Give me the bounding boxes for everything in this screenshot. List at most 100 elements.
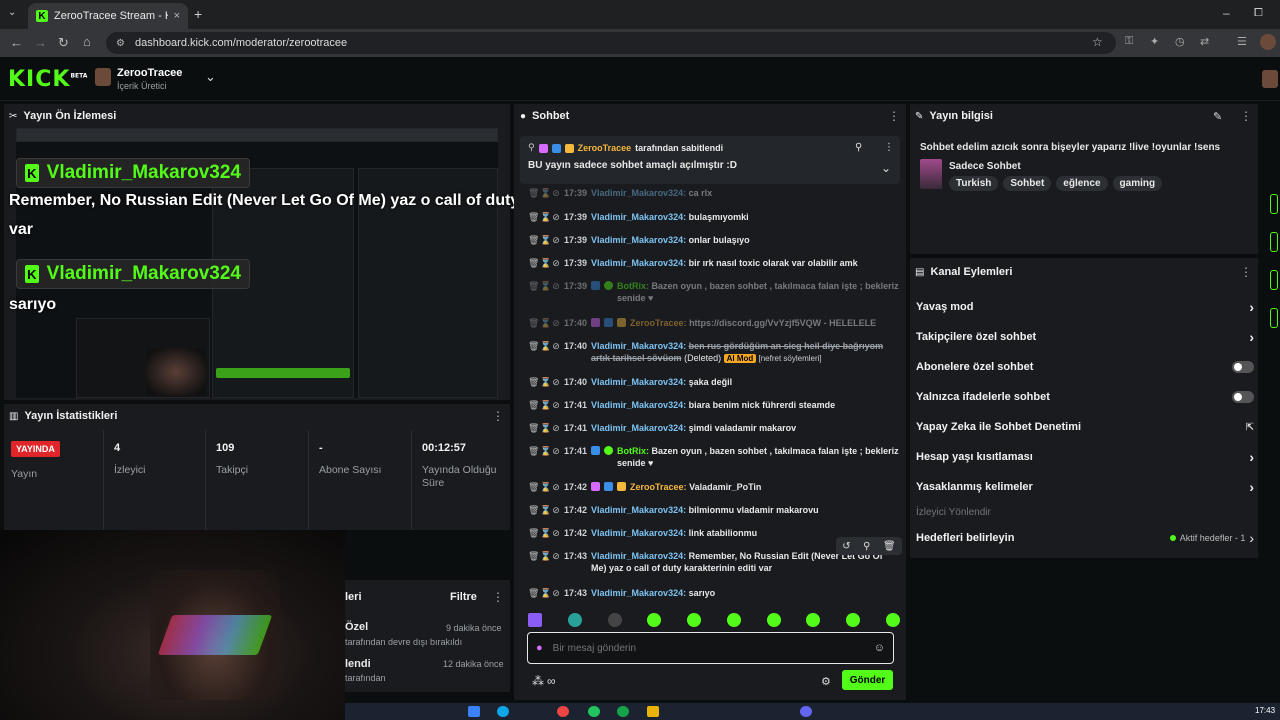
kick-logo[interactable]: KICKBETA (8, 67, 87, 92)
timeout-icon[interactable]: ⌛ (540, 504, 551, 516)
reply-icon[interactable]: ↺ (842, 541, 850, 552)
action-set-goals[interactable]: Hedefleri belirleyin Aktif hedefler - 1 … (916, 529, 1254, 547)
chat-username[interactable]: Vladimir_Makarov324: (591, 258, 689, 268)
ban-icon[interactable]: ⊘ (552, 280, 560, 292)
ban-icon[interactable]: ⊘ (552, 399, 560, 411)
delete-icon[interactable]: 🗑 (528, 504, 539, 516)
channel-points-icon[interactable]: ⁂ (532, 674, 544, 688)
emote-icon[interactable] (846, 613, 861, 627)
chat-username[interactable]: Vladimir_Makarov324: (591, 423, 689, 433)
folder-icon[interactable] (647, 706, 659, 717)
delete-icon[interactable]: 🗑 (528, 550, 539, 562)
chat-message[interactable]: 🗑 ⌛ ⊘ 17:41 Vladimir_Makarov324: şimdi valad… (528, 422, 900, 434)
chat-message[interactable]: 🗑 ⌛ ⊘ 17:39 BotRix: Bazen oyun , bazen sohbe… (528, 280, 900, 304)
action-slow-mode[interactable]: Yavaş mod › (916, 298, 1254, 316)
channel-actions-menu-icon[interactable]: ⋮ (1240, 265, 1252, 279)
infinity-icon[interactable]: ∞ (547, 674, 556, 688)
timeout-icon[interactable]: ⌛ (540, 587, 551, 599)
delete-icon[interactable]: 🗑 (528, 280, 539, 292)
chat-message[interactable]: 🗑 ⌛ ⊘ 17:40 Vladimir_Makarov324: ben rus gör… (528, 340, 900, 365)
chat-menu-icon[interactable]: ⋮ (888, 109, 900, 123)
chat-message[interactable]: 🗑 ⌛ ⊘ 17:39 Vladimir_Makarov324: ca rlx (528, 187, 900, 199)
stream-info-menu-icon[interactable]: ⋮ (1240, 109, 1252, 123)
timeout-icon[interactable]: ⌛ (540, 376, 551, 388)
reading-list-icon[interactable]: ☰ (1237, 35, 1247, 48)
timeout-icon[interactable]: ⌛ (540, 211, 551, 223)
sidebar-icon[interactable] (1270, 232, 1278, 252)
emote-icon[interactable] (885, 613, 900, 627)
chat-message[interactable]: 🗑 ⌛ ⊘ 17:39 Vladimir_Makarov324: bulaşmıyomk… (528, 211, 900, 223)
action-subscribers-only[interactable]: Abonelere özel sohbet (916, 358, 1254, 376)
pin-message-icon[interactable]: ⚲ (863, 541, 870, 552)
ban-icon[interactable]: ⊘ (552, 481, 560, 493)
delete-icon[interactable]: 🗑 (528, 527, 539, 539)
discord-icon[interactable] (800, 706, 812, 717)
pinned-menu-icon[interactable]: ⋮ (884, 142, 894, 153)
timeout-icon[interactable]: ⌛ (540, 445, 551, 457)
spotify-icon[interactable] (617, 706, 629, 717)
delete-icon[interactable]: 🗑 (528, 376, 539, 388)
ban-icon[interactable]: ⊘ (552, 422, 560, 434)
sidebar-icon[interactable] (1270, 308, 1278, 328)
activity-menu-icon[interactable]: ⋮ (492, 590, 504, 604)
chat-username[interactable]: Vladimir_Makarov324: (591, 377, 689, 387)
chat-message[interactable]: 🗑 ⌛ ⊘ 17:42 ZerooTracee: Valadamir_PoTin (528, 481, 900, 493)
send-button[interactable]: Gönder (842, 670, 893, 690)
timeout-icon[interactable]: ⌛ (540, 527, 551, 539)
delete-icon[interactable]: 🗑 (528, 317, 539, 329)
ban-icon[interactable]: ⊘ (552, 340, 560, 352)
ban-icon[interactable]: ⊘ (552, 504, 560, 516)
chat-message[interactable]: 🗑 ⌛ ⊘ 17:39 Vladimir_Makarov324: onlar bulaş… (528, 234, 900, 246)
edge-icon[interactable] (497, 706, 509, 717)
action-ai-moderation[interactable]: Yapay Zeka ile Sohbet Denetimi ⇱ (916, 418, 1254, 436)
whatsapp-icon[interactable] (588, 706, 600, 717)
chat-username[interactable]: Vladimir_Makarov324: (591, 528, 689, 538)
chrome-icon[interactable] (557, 706, 569, 717)
chat-username[interactable]: BotRix: (617, 281, 652, 291)
stats-menu-icon[interactable]: ⋮ (492, 409, 504, 423)
chat-username[interactable]: Vladimir_Makarov324: (591, 505, 689, 515)
timeout-icon[interactable]: ⌛ (540, 422, 551, 434)
translate-icon[interactable]: ⇄ (1200, 35, 1209, 48)
ban-icon[interactable]: ⊘ (552, 211, 560, 223)
emote-icon[interactable] (528, 613, 542, 627)
site-info-icon[interactable]: ⚙ (116, 38, 125, 49)
delete-icon[interactable]: 🗑 (528, 587, 539, 599)
timeout-icon[interactable]: ⌛ (540, 550, 551, 562)
ban-icon[interactable]: ⊘ (552, 317, 560, 329)
emote-icon[interactable] (607, 613, 622, 627)
chat-username[interactable]: Vladimir_Makarov324: (591, 551, 689, 561)
history-icon[interactable]: ◷ (1175, 35, 1185, 48)
emoji-picker-icon[interactable]: ☺ (874, 642, 885, 654)
chat-message[interactable]: 🗑 ⌛ ⊘ 17:39 Vladimir_Makarov324: bir ırk nas… (528, 257, 900, 269)
bookmark-star-icon[interactable]: ☆ (1092, 35, 1103, 49)
sidebar-icon[interactable] (1270, 270, 1278, 290)
action-account-age[interactable]: Hesap yaşı kısıtlaması › (916, 448, 1254, 466)
browser-tab[interactable]: K ZerooTracee Stream - Kick Dash × (28, 3, 188, 29)
edit-stream-info-icon[interactable]: ✎ (1213, 110, 1222, 123)
delete-message-icon[interactable]: 🗑 (883, 541, 896, 552)
delete-icon[interactable]: 🗑 (528, 340, 539, 352)
extension-icon[interactable]: ✦ (1150, 35, 1159, 48)
password-key-icon[interactable]: ⚿ (1125, 35, 1133, 48)
delete-icon[interactable]: 🗑 (528, 257, 539, 269)
activity-filter-button[interactable]: Filtre (450, 591, 477, 603)
emote-icon[interactable] (687, 613, 702, 627)
chat-username[interactable]: Vladimir_Makarov324: (591, 341, 689, 351)
chat-message[interactable]: 🗑 ⌛ ⊘ 17:40 ZerooTracee: https://discord.gg/… (528, 317, 900, 329)
chat-settings-gear-icon[interactable]: ⚙ (821, 675, 831, 688)
timeout-icon[interactable]: ⌛ (540, 481, 551, 493)
delete-icon[interactable]: 🗑 (528, 422, 539, 434)
ban-icon[interactable]: ⊘ (552, 445, 560, 457)
browser-profile-avatar[interactable] (1260, 34, 1276, 50)
category-name[interactable]: Sadece Sohbet (949, 161, 1021, 172)
unpin-icon[interactable]: ⚲ (855, 142, 862, 153)
emote-icon[interactable] (567, 613, 582, 627)
pinned-collapse-chevron-icon[interactable]: ⌄ (881, 161, 891, 175)
chat-message[interactable]: 🗑 ⌛ ⊘ 17:42 Vladimir_Makarov324: bilmionmu v… (528, 504, 900, 516)
channel-switch-chevron-icon[interactable]: ⌄ (205, 69, 216, 85)
category-thumbnail[interactable] (920, 159, 942, 189)
new-tab-button[interactable]: + (194, 6, 202, 22)
reload-icon[interactable]: ↻ (58, 35, 69, 51)
chat-message-input[interactable] (552, 642, 864, 654)
